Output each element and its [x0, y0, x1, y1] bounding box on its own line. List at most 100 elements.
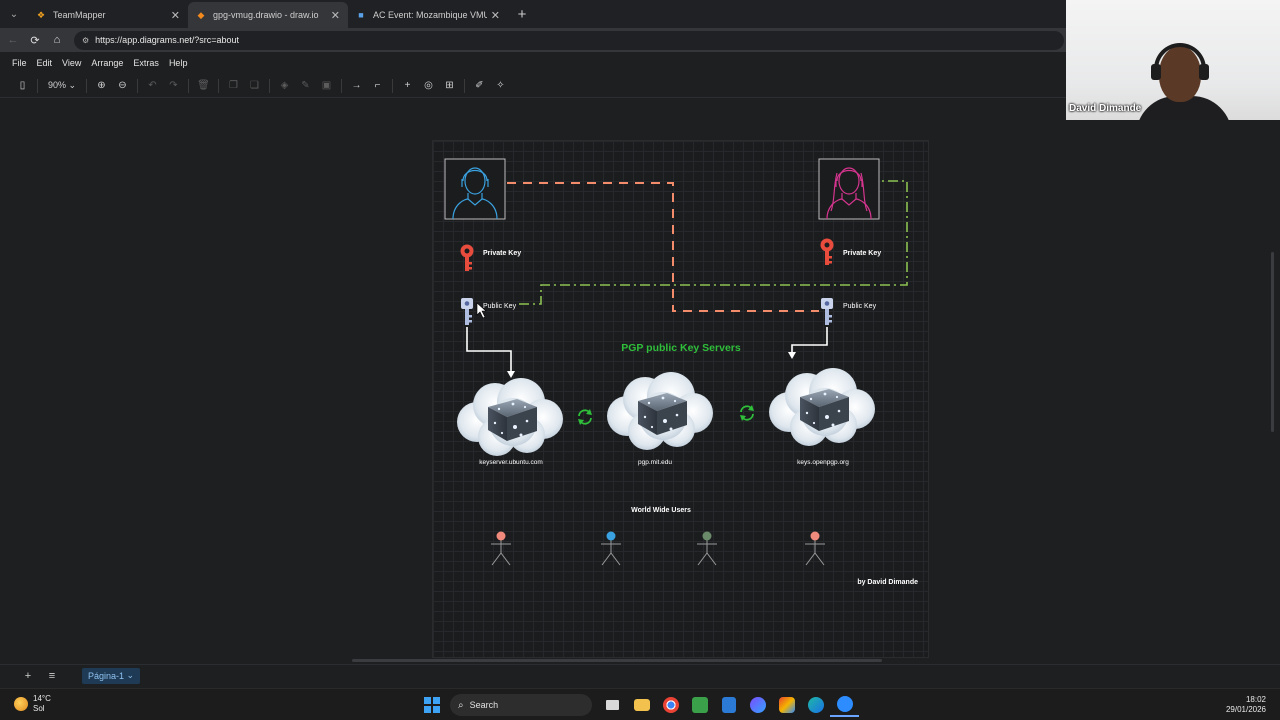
format-panel-toggle-icon[interactable]: ▯: [12, 80, 33, 91]
divider: [218, 78, 219, 93]
new-tab-plus-icon[interactable]: +: [514, 6, 530, 23]
waypoints-icon[interactable]: ⌐: [367, 80, 388, 91]
menu-view[interactable]: View: [62, 56, 81, 70]
windows-start-icon[interactable]: [424, 697, 440, 713]
left-public-key-icon[interactable]: [461, 298, 473, 325]
system-clock[interactable]: 18:02 29/01/2026: [1226, 695, 1266, 715]
copilot-icon[interactable]: [743, 693, 772, 717]
page-tabs-bar: + ≡ Página-1 ⌄: [0, 664, 1280, 686]
edge-icon[interactable]: [801, 693, 830, 717]
tab-close-icon[interactable]: ✕: [171, 9, 180, 22]
drawio-app-icon[interactable]: [685, 693, 714, 717]
edit-style-icon[interactable]: ✐: [469, 80, 490, 91]
browser-tab-teammapper[interactable]: ❖ TeamMapper ✕: [28, 2, 188, 28]
left-private-key-icon[interactable]: [460, 244, 474, 272]
table-icon[interactable]: ⊞: [439, 80, 460, 91]
left-private-key-label: Private Key: [483, 250, 521, 257]
zoom-in-icon[interactable]: ⊕: [91, 80, 112, 91]
zoom-select[interactable]: 90% ⌄: [42, 80, 82, 91]
divider: [37, 78, 38, 93]
tab-title: gpg-vmug.drawio - draw.io: [213, 10, 319, 20]
world-user-figure[interactable]: [490, 531, 512, 566]
menu-extras[interactable]: Extras: [133, 56, 159, 70]
office-icon[interactable]: [772, 693, 801, 717]
weather-widget[interactable]: 14°C Sol: [14, 694, 51, 714]
delete-icon[interactable]: 🗑: [193, 80, 214, 91]
weather-condition: Sol: [33, 704, 45, 713]
redo-icon[interactable]: ↷: [163, 80, 184, 91]
zoom-value: 90%: [47, 80, 66, 90]
keyserver-cloud-icon[interactable]: [457, 378, 563, 456]
line-color-icon[interactable]: ✎: [295, 80, 316, 91]
right-private-key-icon[interactable]: [820, 238, 834, 266]
world-user-figure[interactable]: [804, 531, 826, 566]
file-explorer-icon[interactable]: [627, 693, 656, 717]
world-user-figure[interactable]: [696, 531, 718, 566]
shadow-icon[interactable]: ▣: [316, 80, 337, 91]
url-input[interactable]: ⚙ https://app.diagrams.net/?src=about: [74, 30, 1064, 50]
connection-arrow-icon[interactable]: →: [346, 80, 367, 91]
right-public-key-icon[interactable]: [821, 298, 833, 325]
back-arrow-icon[interactable]: ←: [2, 34, 24, 46]
sync-icon: [739, 404, 755, 422]
undo-icon[interactable]: ↶: [142, 80, 163, 91]
clock-time: 18:02: [1245, 695, 1266, 704]
menu-file[interactable]: File: [12, 56, 27, 70]
add-page-plus-icon[interactable]: +: [16, 670, 40, 682]
menu-edit[interactable]: Edit: [37, 56, 53, 70]
vmug-favicon-icon: ■: [358, 10, 364, 20]
to-front-icon[interactable]: ❐: [223, 80, 244, 91]
os-taskbar: 14°C Sol ⌕ Search 18:02 29/01/2026: [0, 688, 1280, 720]
taskbar-apps: ⌕ Search: [424, 693, 859, 717]
participant-name: David Dimande: [1069, 103, 1142, 114]
stick-figure-icon: [600, 538, 622, 566]
vertical-scrollbar[interactable]: [1271, 252, 1274, 432]
teammapper-favicon-icon: ❖: [36, 10, 46, 20]
browser-tab-event[interactable]: ■ AC Event: Mozambique VMUG: GF ✕: [348, 2, 508, 28]
openpgp-cloud-icon[interactable]: [769, 368, 875, 446]
taskbar-search[interactable]: ⌕ Search: [450, 694, 592, 716]
to-back-icon[interactable]: ❏: [244, 80, 265, 91]
site-info-icon[interactable]: ⚙: [82, 36, 89, 45]
user-head: [496, 531, 506, 541]
home-icon[interactable]: ⌂: [46, 34, 68, 46]
clock-date: 29/01/2026: [1225, 705, 1266, 714]
pages-menu-icon[interactable]: ≡: [40, 670, 64, 682]
divider: [341, 78, 342, 93]
app-menubar: File Edit View Arrange Extras Help: [0, 52, 1066, 74]
task-view-icon[interactable]: [598, 693, 627, 717]
browser-tab-drawio[interactable]: ◆ gpg-vmug.drawio - draw.io ✕: [188, 2, 348, 28]
right-upload-arrow[interactable]: [791, 327, 828, 353]
chrome-icon[interactable]: [656, 693, 685, 717]
tab-close-icon[interactable]: ✕: [331, 9, 340, 22]
zoom-app-icon[interactable]: [830, 693, 859, 717]
user-head: [702, 531, 712, 541]
page-tab[interactable]: Página-1 ⌄: [82, 667, 140, 684]
reload-icon[interactable]: ⟳: [24, 34, 46, 47]
menu-help[interactable]: Help: [169, 56, 188, 70]
world-user-figure[interactable]: [600, 531, 622, 566]
browser-tabbar: ⌄ ❖ TeamMapper ✕ ◆ gpg-vmug.drawio - dra…: [0, 0, 1066, 28]
vscode-icon[interactable]: [714, 693, 743, 717]
insert-plus-icon[interactable]: +: [397, 80, 418, 91]
pgp-mit-cloud-icon[interactable]: [607, 372, 713, 450]
stick-figure-icon: [804, 538, 826, 566]
right-user-avatar[interactable]: [818, 158, 880, 220]
menu-arrange[interactable]: Arrange: [91, 56, 123, 70]
horizontal-scrollbar[interactable]: [352, 659, 882, 662]
shapes-icon[interactable]: ◎: [418, 80, 439, 91]
tab-close-icon[interactable]: ✕: [491, 9, 500, 22]
diagram-page[interactable]: Private Key Public Key Private Key Publi…: [432, 140, 929, 658]
left-user-avatar[interactable]: [444, 158, 506, 220]
stick-figure-icon: [696, 538, 718, 566]
magic-wand-icon[interactable]: ✧: [490, 80, 511, 91]
server-label: keyserver.ubuntu.com: [479, 459, 543, 466]
right-public-key-label: Public Key: [843, 303, 877, 310]
credit-text: by David Dimande: [857, 579, 918, 586]
tab-list-chevron-icon[interactable]: ⌄: [0, 0, 28, 28]
exchange-dashed-connector[interactable]: [507, 182, 819, 312]
fill-color-icon[interactable]: ◈: [274, 80, 295, 91]
left-upload-arrow[interactable]: [466, 327, 512, 373]
zoom-out-icon[interactable]: ⊖: [112, 80, 133, 91]
servers-title: PGP public Key Servers: [621, 342, 741, 354]
